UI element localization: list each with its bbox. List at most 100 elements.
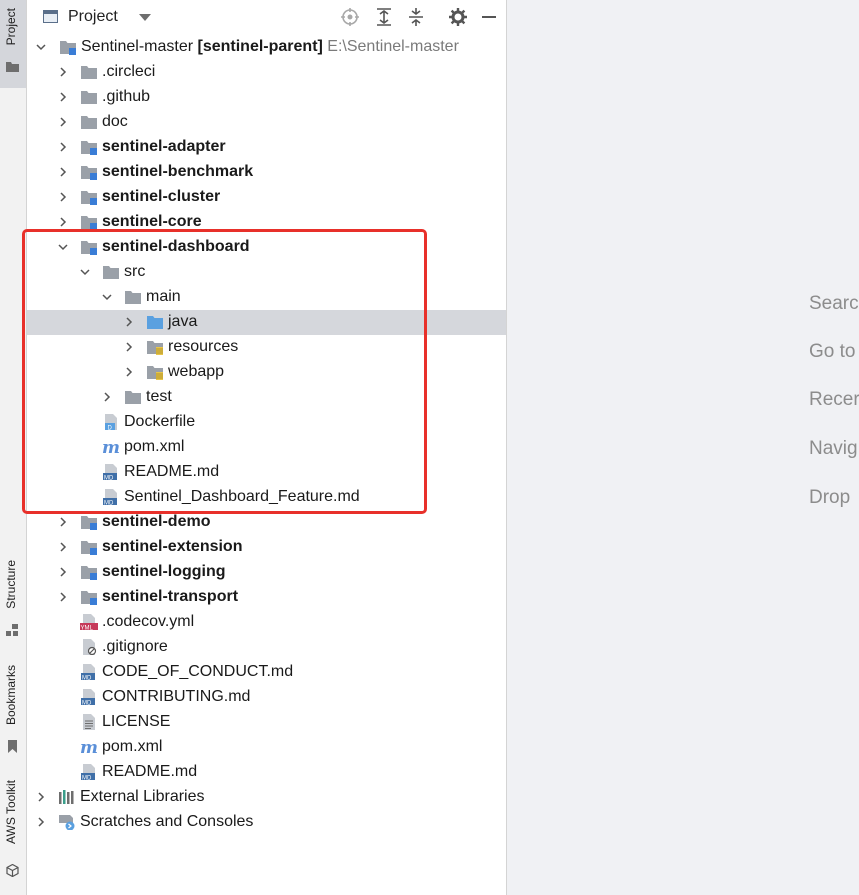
- tree-row-label: doc: [102, 113, 128, 130]
- chevron-right-icon[interactable]: [102, 392, 112, 402]
- tree-row[interactable]: sentinel-extension: [27, 535, 506, 560]
- tree-row[interactable]: test: [27, 385, 506, 410]
- tree-row-label: sentinel-transport: [102, 588, 239, 605]
- project-panel: Project Sentinel-master [sentinel-parent…: [27, 0, 507, 895]
- chevron-right-icon[interactable]: [58, 517, 68, 527]
- tree-row-label: pom.xml: [124, 438, 185, 455]
- tree-row-label: sentinel-demo: [102, 513, 211, 530]
- module-folder-icon: [81, 191, 97, 205]
- aws-toolkit-tool-tab[interactable]: AWS Toolkit: [0, 780, 26, 880]
- collapse-all-icon[interactable]: [406, 7, 426, 27]
- tree-row-label: test: [146, 388, 172, 405]
- tree-row[interactable]: MD README.md: [27, 460, 506, 485]
- tree-row[interactable]: java: [27, 310, 506, 335]
- tree-row[interactable]: sentinel-demo: [27, 510, 506, 535]
- chevron-right-icon[interactable]: [58, 142, 68, 152]
- tree-row-label: resources: [168, 338, 239, 355]
- chevron-right-icon[interactable]: [58, 217, 68, 227]
- chevron-right-icon[interactable]: [58, 567, 68, 577]
- tree-row[interactable]: sentinel-core: [27, 210, 506, 235]
- tree-row[interactable]: Scratches and Consoles: [27, 810, 506, 835]
- tree-row[interactable]: sentinel-adapter: [27, 135, 506, 160]
- structure-icon: [6, 624, 18, 636]
- folder-icon: [6, 62, 19, 72]
- project-panel-header: Project: [27, 0, 506, 36]
- tree-row-label: main: [146, 288, 181, 305]
- locate-icon[interactable]: [340, 7, 360, 27]
- tree-row[interactable]: YML .codecov.yml: [27, 610, 506, 635]
- tree-row[interactable]: main: [27, 285, 506, 310]
- hint-navigate: Navig: [809, 438, 858, 459]
- tree-row[interactable]: webapp: [27, 360, 506, 385]
- tree-row[interactable]: doc: [27, 110, 506, 135]
- tree-row[interactable]: MD CONTRIBUTING.md: [27, 685, 506, 710]
- scratches-icon: [59, 815, 75, 830]
- tree-row[interactable]: m pom.xml: [27, 735, 506, 760]
- chevron-down-icon[interactable]: [58, 242, 68, 252]
- tree-row-label: Dockerfile: [124, 413, 196, 430]
- gitignore-file-icon: [83, 639, 97, 655]
- svg-text:MD: MD: [82, 775, 92, 780]
- folder-icon: [125, 291, 141, 304]
- chevron-down-icon[interactable]: [139, 14, 151, 21]
- chevron-right-icon[interactable]: [36, 792, 46, 802]
- tree-row[interactable]: resources: [27, 335, 506, 360]
- chevron-right-icon[interactable]: [58, 592, 68, 602]
- tree-row[interactable]: .gitignore: [27, 635, 506, 660]
- module-folder-icon: [81, 166, 97, 180]
- tree-row[interactable]: MD Sentinel_Dashboard_Feature.md: [27, 485, 506, 510]
- tree-row[interactable]: MD CODE_OF_CONDUCT.md: [27, 660, 506, 685]
- tree-row-label: Sentinel-master [sentinel-parent] E:\Sen…: [81, 38, 459, 56]
- tree-row[interactable]: D Dockerfile: [27, 410, 506, 435]
- module-folder-icon: [81, 591, 97, 605]
- editor-empty-area: Searc Go to Recer Navig Drop: [507, 0, 859, 895]
- folder-icon: [81, 116, 97, 129]
- chevron-down-icon[interactable]: [102, 292, 112, 302]
- tree-row[interactable]: External Libraries: [27, 785, 506, 810]
- tree-row-label: sentinel-adapter: [102, 138, 226, 155]
- tree-row-label: sentinel-dashboard: [102, 238, 250, 255]
- chevron-right-icon[interactable]: [58, 92, 68, 102]
- bookmarks-tab-label: Bookmarks: [4, 665, 18, 726]
- tree-row[interactable]: sentinel-transport: [27, 585, 506, 610]
- svg-text:m: m: [102, 439, 120, 455]
- tree-row[interactable]: MD README.md: [27, 760, 506, 785]
- tree-row[interactable]: LICENSE: [27, 710, 506, 735]
- structure-tool-tab[interactable]: Structure: [0, 560, 26, 640]
- chevron-right-icon[interactable]: [36, 817, 46, 827]
- tree-row[interactable]: src: [27, 260, 506, 285]
- tree-row[interactable]: .github: [27, 85, 506, 110]
- chevron-right-icon[interactable]: [124, 317, 134, 327]
- tree-row[interactable]: sentinel-cluster: [27, 185, 506, 210]
- gear-icon[interactable]: [448, 7, 468, 27]
- chevron-down-icon[interactable]: [36, 42, 46, 52]
- tree-row[interactable]: sentinel-benchmark: [27, 160, 506, 185]
- chevron-right-icon[interactable]: [124, 342, 134, 352]
- aws-toolkit-tab-label: AWS Toolkit: [4, 780, 18, 845]
- project-tab-label: Project: [4, 8, 18, 46]
- minimize-icon[interactable]: [479, 7, 499, 27]
- project-tool-tab[interactable]: Project: [0, 0, 26, 88]
- tree-row[interactable]: m pom.xml: [27, 435, 506, 460]
- chevron-right-icon[interactable]: [58, 167, 68, 177]
- maven-icon: m: [80, 739, 98, 755]
- project-root-icon: [60, 41, 76, 55]
- expand-all-icon[interactable]: [374, 7, 394, 27]
- chevron-down-icon[interactable]: [80, 267, 90, 277]
- tree-row-root[interactable]: Sentinel-master [sentinel-parent] E:\Sen…: [27, 35, 506, 60]
- tree-row-label: README.md: [124, 463, 220, 480]
- project-view-title[interactable]: Project: [68, 8, 118, 26]
- tree-row[interactable]: .circleci: [27, 60, 506, 85]
- chevron-right-icon[interactable]: [58, 117, 68, 127]
- svg-text:YML: YML: [81, 625, 94, 630]
- tree-row-label: webapp: [168, 363, 225, 380]
- chevron-right-icon[interactable]: [58, 542, 68, 552]
- tree-row[interactable]: sentinel-dashboard: [27, 235, 506, 260]
- chevron-right-icon[interactable]: [124, 367, 134, 377]
- tool-window-strip: Project Structure Bookmarks AWS Toolkit: [0, 0, 27, 895]
- bookmarks-tool-tab[interactable]: Bookmarks: [0, 665, 26, 760]
- tree-row[interactable]: sentinel-logging: [27, 560, 506, 585]
- chevron-right-icon[interactable]: [58, 192, 68, 202]
- markdown-file-icon: MD: [103, 489, 117, 505]
- chevron-right-icon[interactable]: [58, 67, 68, 77]
